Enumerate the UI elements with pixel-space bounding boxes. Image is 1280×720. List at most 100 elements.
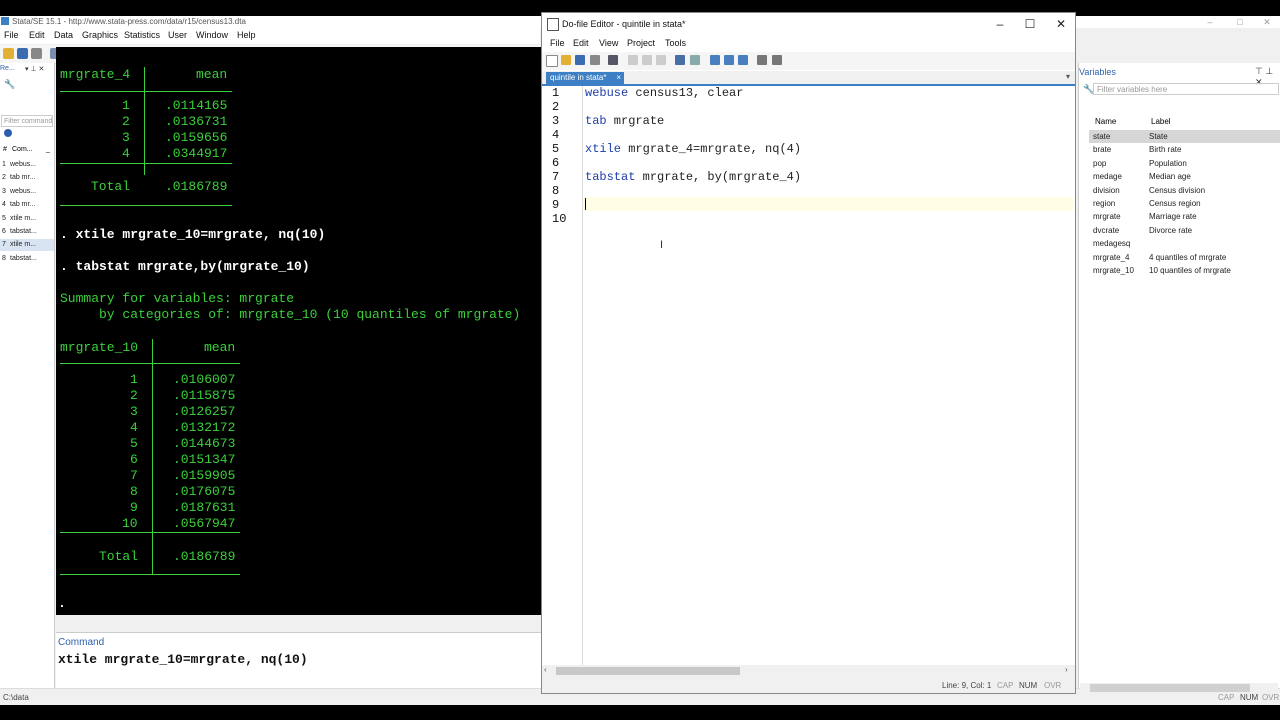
code-keyword: tabstat [585,170,636,184]
review-item[interactable]: 8 tabstat... [0,253,54,265]
dofile-menu-edit[interactable]: Edit [573,38,589,48]
table2-category: 8 [130,484,138,499]
variables-horizontal-scrollbar[interactable] [1080,683,1278,693]
open-icon[interactable] [561,55,571,65]
review-item-command: tabstat... [10,228,37,235]
open-icon[interactable] [3,48,14,59]
maximize-icon[interactable]: ☐ [1015,16,1045,32]
code-line[interactable]: tabstat mrgrate, by(mrgrate_4) [585,170,801,184]
review-item[interactable]: 3 webus... [0,186,54,198]
review-item[interactable]: 1 webus... [0,159,54,171]
minimize-icon[interactable]: – [1195,16,1225,28]
table1-total-label: Total [91,179,131,194]
variable-row[interactable]: mrgrate_10 10 quantiles of mrgrate [1089,264,1280,277]
review-item[interactable]: 4 tab mr... [0,199,54,211]
save-icon[interactable] [17,48,28,59]
review-item[interactable]: 5 xtile m... [0,213,54,225]
maximize-icon[interactable]: □ [1225,16,1255,28]
review-filter-input[interactable]: Filter command [1,115,53,127]
dofile-tab-strip: quintile in stata* × ▾ [542,71,1075,86]
find-icon[interactable] [608,55,618,65]
dofile-app-icon [547,18,559,31]
print-icon[interactable] [590,55,600,65]
dofile-menu-project[interactable]: Project [627,38,655,48]
code-text: mrgrate, by(mrgrate_4) [635,170,802,184]
summary-heading: by categories of: mrgrate_10 (10 quantil… [60,307,521,322]
menu-statistics[interactable]: Statistics [124,30,160,40]
variables-col-label[interactable]: Label [1151,117,1171,126]
undo-icon[interactable] [675,55,685,65]
preview-icon[interactable] [757,55,767,65]
dofile-menu-view[interactable]: View [599,38,618,48]
variable-row[interactable]: state State [1089,130,1280,143]
review-col-rc: _ [46,146,50,153]
variable-row[interactable]: mrgrate_4 4 quantiles of mrgrate [1089,251,1280,264]
save-icon[interactable] [575,55,585,65]
tab-dropdown-icon[interactable]: ▾ [1066,72,1070,81]
variable-label: Population [1149,158,1187,168]
table-column-divider [152,339,153,575]
variable-row[interactable]: medagesq [1089,237,1280,250]
tab-quintile-in-stata[interactable]: quintile in stata* × [546,72,624,84]
pin-icon[interactable]: ▾ ⊥ ✕ [25,65,44,73]
menu-edit[interactable]: Edit [29,30,45,40]
menu-user[interactable]: User [168,30,187,40]
menu-window[interactable]: Window [196,30,228,40]
results-command: . tabstat mrgrate,by(mrgrate_10) [60,259,310,274]
dofile-menu-file[interactable]: File [550,38,565,48]
menu-file[interactable]: File [4,30,19,40]
copy-icon[interactable] [642,55,652,65]
variable-row[interactable]: dvcrate Divorce rate [1089,224,1280,237]
execute-icon[interactable] [772,55,782,65]
variable-row[interactable]: mrgrate Marriage rate [1089,210,1280,223]
redo-icon[interactable] [690,55,700,65]
shift-right-icon[interactable] [724,55,734,65]
close-icon[interactable]: ✕ [1046,16,1076,32]
variable-row[interactable]: pop Population [1089,157,1280,170]
main-menu-bar: File Edit Data Graphics Statistics User Window… [0,28,540,44]
table1-category: 1 [122,98,130,113]
shift-left-icon[interactable] [710,55,720,65]
horizontal-scrollbar[interactable]: ‹ › [542,665,1075,677]
variable-name: brate [1093,145,1112,155]
line-number: 7 [552,170,560,184]
minimize-icon[interactable]: – [985,16,1015,32]
variable-label: Divorce rate [1149,225,1193,235]
paste-icon[interactable] [656,55,666,65]
num-indicator: NUM [1019,681,1038,690]
command-input[interactable]: xtile mrgrate_10=mrgrate, nq(10) [58,652,308,667]
variables-col-name[interactable]: Name [1095,117,1116,126]
menu-data[interactable]: Data [54,30,73,40]
scroll-left-icon[interactable]: ‹ [544,665,547,674]
num-indicator: NUM [1240,693,1259,702]
table2-total-value: .0186789 [173,549,236,564]
wrench-icon[interactable]: 🔧 [4,79,15,90]
menu-help[interactable]: Help [237,30,256,40]
variable-row[interactable]: region Census region [1089,197,1280,210]
variable-label: Median age [1149,172,1191,182]
scroll-right-icon[interactable]: › [1065,665,1068,674]
print-icon[interactable] [31,48,42,59]
variable-row[interactable]: brate Birth rate [1089,143,1280,156]
table2-category: 5 [130,436,138,451]
code-line[interactable]: xtile mrgrate_4=mrgrate, nq(4) [585,142,801,156]
scrollbar-thumb[interactable] [556,667,740,675]
dofile-toolbar [542,52,1075,70]
table2-category: 4 [130,420,138,435]
scrollbar-thumb[interactable] [1090,684,1250,692]
cut-icon[interactable] [628,55,638,65]
dofile-menu-tools[interactable]: Tools [665,38,686,48]
review-item[interactable]: 2 tab mr... [0,172,54,184]
code-line[interactable]: tab mrgrate [585,114,664,128]
variable-row[interactable]: medage Median age [1089,170,1280,183]
close-icon[interactable]: ✕ [1252,16,1280,28]
tab-close-icon[interactable]: × [616,72,621,84]
variables-filter-input[interactable]: Filter variables here [1093,83,1279,95]
new-icon[interactable] [546,55,558,67]
variable-row[interactable]: division Census division [1089,184,1280,197]
code-line[interactable]: webuse census13, clear [585,86,743,100]
review-item[interactable]: 7 xtile m... [0,239,54,252]
menu-graphics[interactable]: Graphics [82,30,118,40]
review-item[interactable]: 6 tabstat... [0,226,54,238]
bookmark-icon[interactable] [738,55,748,65]
